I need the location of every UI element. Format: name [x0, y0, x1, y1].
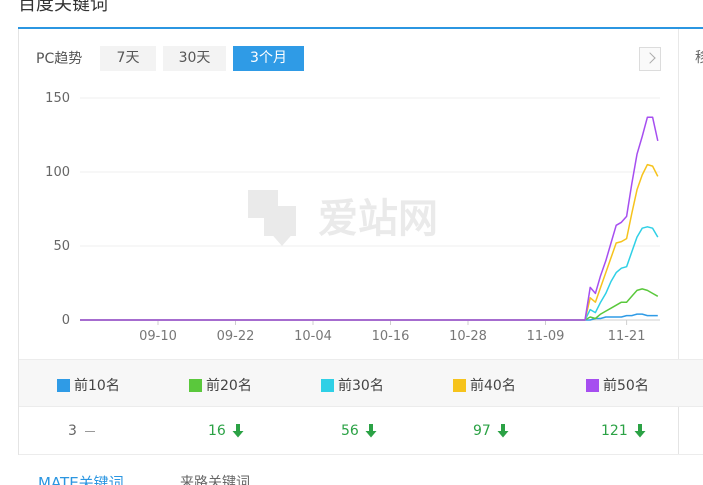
x-tick-label: 11-21: [608, 329, 646, 344]
legend-swatch: [57, 378, 70, 392]
value-number: 56: [341, 423, 359, 439]
series-line-1: [80, 313, 658, 321]
series-line-2: [80, 288, 659, 321]
x-tick-label: 10-16: [372, 329, 410, 344]
trend-chart: 0 50 100 150 09-10 09-22 10-04 10-16 10-28 11-09 1…: [45, 91, 660, 344]
arrow-down-icon: [232, 424, 244, 438]
legend-swatch: [453, 378, 466, 392]
legend-item-top10[interactable]: 前10名: [57, 375, 120, 395]
value-number: 121: [601, 423, 628, 439]
flat-trend-icon: [84, 430, 95, 432]
tab-referral-keywords[interactable]: 来路关键词: [180, 472, 250, 485]
value-top40: 97: [473, 423, 509, 439]
legend-label: 前20名: [206, 378, 252, 394]
legend-swatch: [586, 378, 599, 392]
legend-item-top40[interactable]: 前40名: [453, 375, 516, 395]
legend-label: 前30名: [338, 378, 384, 394]
arrow-down-icon: [365, 424, 377, 438]
series-line-4: [80, 163, 659, 321]
legend-label: 前10名: [74, 378, 120, 394]
legend-item-top20[interactable]: 前20名: [189, 375, 252, 395]
legend-item-top30[interactable]: 前30名: [321, 375, 384, 395]
series-line-5: [80, 116, 659, 321]
y-tick-label: 0: [62, 313, 70, 328]
value-number: 97: [473, 423, 491, 439]
x-tick-label: 09-10: [139, 329, 177, 344]
value-top10: 3: [68, 423, 95, 439]
series-line-3: [80, 226, 659, 321]
legend-item-top50[interactable]: 前50名: [586, 375, 649, 395]
value-number: 16: [208, 423, 226, 439]
arrow-down-icon: [634, 424, 646, 438]
value-top20: 16: [208, 423, 244, 439]
y-tick-label: 50: [53, 239, 70, 254]
legend-label: 前40名: [470, 378, 516, 394]
y-tick-label: 150: [45, 91, 70, 106]
values-row: 3 16 56 97 121: [19, 407, 703, 455]
x-tick-label: 11-09: [527, 329, 565, 344]
value-top50: 121: [601, 423, 646, 439]
legend-label: 前50名: [603, 378, 649, 394]
legend-row: 前10名 前20名 前30名 前40名 前50名: [19, 359, 703, 407]
y-tick-label: 100: [45, 165, 70, 180]
value-top30: 56: [341, 423, 377, 439]
x-tick-label: 09-22: [217, 329, 255, 344]
x-tick-label: 10-04: [294, 329, 332, 344]
legend-swatch: [189, 378, 202, 392]
tab-mate-keywords[interactable]: MATE关键词: [38, 472, 124, 485]
legend-swatch: [321, 378, 334, 392]
value-number: 3: [68, 423, 77, 439]
x-tick-label: 10-28: [449, 329, 487, 344]
arrow-down-icon: [497, 424, 509, 438]
